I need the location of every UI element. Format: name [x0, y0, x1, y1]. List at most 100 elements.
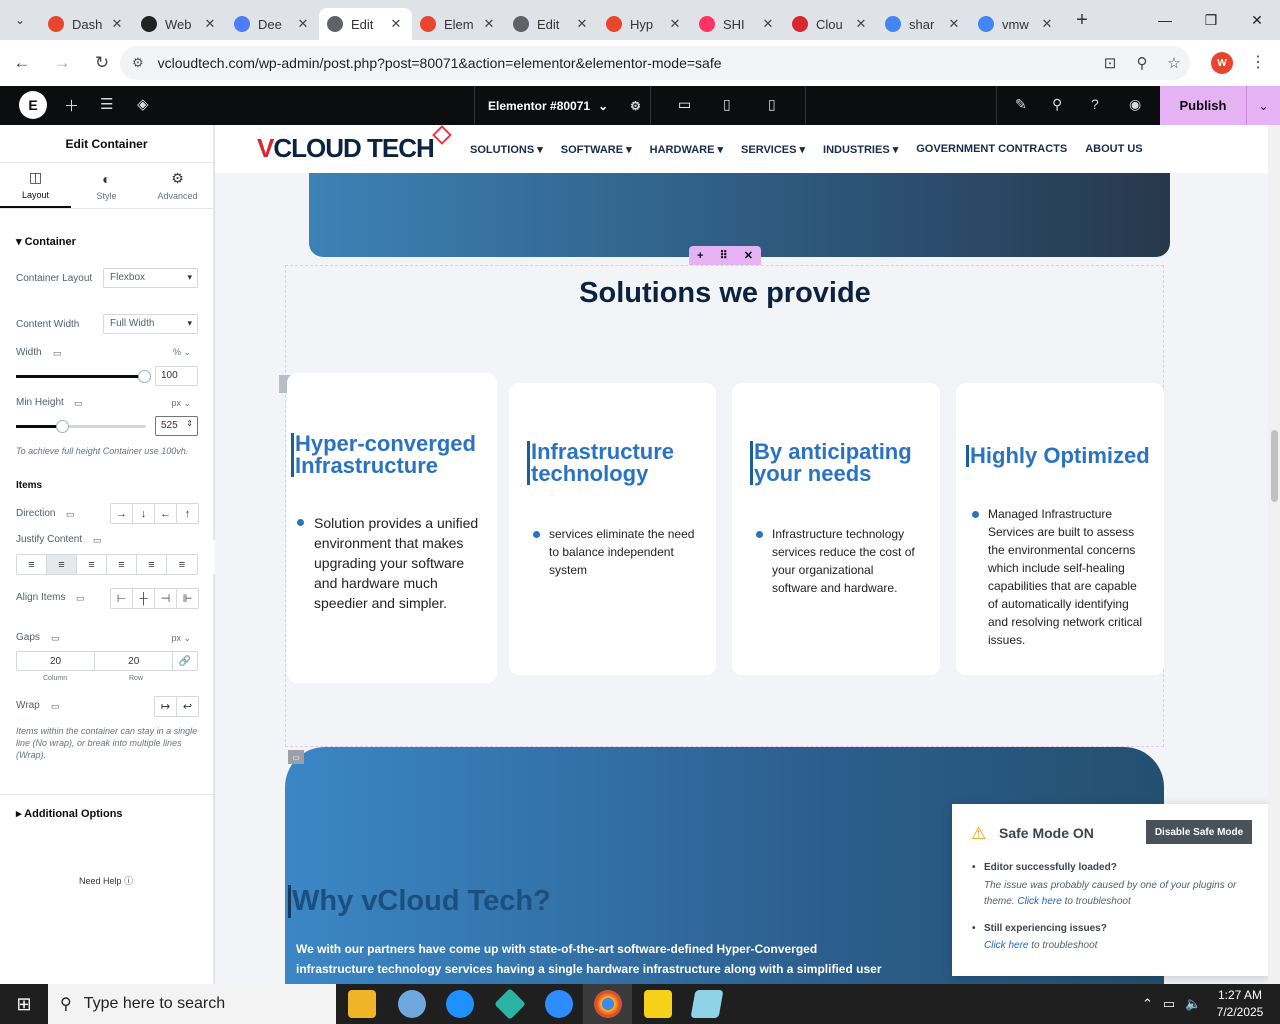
windows-start-icon[interactable]: ⊞: [0, 984, 48, 1024]
browser-tab[interactable]: Clou ✕: [784, 8, 877, 40]
taskbar-clock[interactable]: 1:27 AM 7/2/2025: [1212, 987, 1268, 1021]
disable-safe-mode-button[interactable]: Disable Safe Mode: [1146, 820, 1252, 844]
site-menu-item[interactable]: HARDWARE ▾: [650, 143, 723, 156]
browser-tab[interactable]: Dash ✕: [40, 8, 133, 40]
troubleshoot-link[interactable]: Click here: [984, 940, 1028, 951]
chrome-icon[interactable]: [594, 990, 622, 1018]
app-icon[interactable]: [494, 988, 526, 1020]
edge-icon[interactable]: [446, 990, 474, 1018]
justify-center-icon[interactable]: ≡: [47, 555, 77, 574]
elementor-logo-icon[interactable]: E: [19, 91, 47, 119]
solution-card[interactable]: By anticipating your needs Infrastructure…: [732, 383, 940, 675]
responsive-monitor-icon[interactable]: ▭: [93, 535, 102, 546]
direction-column-icon[interactable]: ↓: [133, 504, 155, 523]
responsive-monitor-icon[interactable]: ▭: [74, 398, 83, 409]
browser-tab[interactable]: Edit ✕: [319, 8, 412, 40]
tab-close-icon[interactable]: ✕: [1039, 16, 1055, 32]
minimize-icon[interactable]: —: [1142, 0, 1188, 40]
page-scrollbar[interactable]: [1268, 125, 1280, 984]
min-height-input[interactable]: 525 ⇕: [155, 416, 198, 436]
gaps-unit-select[interactable]: px ⌄: [171, 633, 191, 644]
profile-avatar[interactable]: W: [1211, 52, 1233, 74]
new-tab-button[interactable]: +: [1067, 9, 1097, 32]
file-explorer-icon[interactable]: [348, 990, 376, 1018]
site-menu-item[interactable]: ABOUT US: [1085, 143, 1142, 155]
publish-button[interactable]: Publish: [1160, 86, 1246, 125]
container-layout-select[interactable]: Flexbox: [103, 268, 198, 288]
tab-close-icon[interactable]: ✕: [946, 16, 962, 32]
tab-layout[interactable]: ◫ Layout: [0, 163, 71, 208]
need-help-link[interactable]: Need Help ⓘ: [79, 874, 133, 887]
align-end-icon[interactable]: ⊣: [155, 589, 177, 608]
responsive-monitor-icon[interactable]: ▭: [51, 701, 60, 712]
solution-card[interactable]: Highly Optimized Managed Infrastructure S…: [956, 383, 1164, 675]
stepper-icon[interactable]: ⇕: [186, 419, 193, 428]
width-slider-handle[interactable]: [138, 370, 151, 383]
drag-handle-icon[interactable]: ⠿: [720, 249, 728, 262]
justify-end-icon[interactable]: ≡: [77, 555, 107, 574]
align-center-icon[interactable]: ┼: [133, 589, 155, 608]
camera-blocked-icon[interactable]: ⊡: [1094, 54, 1126, 72]
tab-close-icon[interactable]: ✕: [481, 16, 497, 32]
justify-space-around-icon[interactable]: ≡: [137, 555, 167, 574]
bookmark-star-icon[interactable]: ☆: [1158, 54, 1190, 72]
justify-space-evenly-icon[interactable]: ≡: [167, 555, 197, 574]
browser-menu-icon[interactable]: ⋮: [1250, 52, 1266, 72]
scrollbar-thumb[interactable]: [1271, 430, 1278, 502]
solution-card[interactable]: Hyper-converged Infrastructure Solution p…: [287, 373, 497, 683]
browser-tab[interactable]: Elem ✕: [412, 8, 505, 40]
site-menu-item[interactable]: SOFTWARE ▾: [561, 143, 632, 156]
responsive-monitor-icon[interactable]: ▭: [66, 509, 75, 520]
app-icon[interactable]: [690, 990, 724, 1018]
mobile-icon[interactable]: ▯: [768, 96, 776, 113]
add-section-icon[interactable]: +: [697, 250, 703, 262]
notes-icon[interactable]: ✎: [1015, 96, 1027, 113]
help-icon[interactable]: ?: [1091, 96, 1099, 112]
justify-start-icon[interactable]: ≡: [17, 555, 47, 574]
browser-tab[interactable]: Dee ✕: [226, 8, 319, 40]
tab-close-icon[interactable]: ✕: [667, 16, 683, 32]
tab-search-chevron-icon[interactable]: ⌄: [0, 0, 40, 40]
taskbar-search-box[interactable]: ⚲ Type here to search: [48, 984, 336, 1024]
justify-space-between-icon[interactable]: ≡: [107, 555, 137, 574]
preview-eye-icon[interactable]: ◉: [1129, 96, 1141, 113]
back-icon[interactable]: ←: [4, 45, 40, 81]
tab-close-icon[interactable]: ✕: [202, 16, 218, 32]
desktop-icon[interactable]: ▭: [678, 96, 691, 113]
publish-options-chevron-icon[interactable]: ⌄: [1246, 86, 1280, 125]
network-icon[interactable]: ▭: [1163, 996, 1175, 1012]
volume-icon[interactable]: 🔈: [1185, 996, 1201, 1012]
zoom-icon[interactable]: [545, 990, 573, 1018]
link-icon[interactable]: 🔗: [173, 652, 197, 670]
browser-tab[interactable]: Hyp ✕: [598, 8, 691, 40]
add-element-icon[interactable]: ＋: [64, 95, 79, 116]
troubleshoot-link[interactable]: Click here: [1017, 896, 1061, 907]
responsive-monitor-icon[interactable]: ▭: [53, 348, 62, 359]
min-height-slider[interactable]: [16, 420, 146, 433]
browser-tab[interactable]: SHI ✕: [691, 8, 784, 40]
reload-icon[interactable]: ↻: [84, 45, 120, 81]
gap-row-input[interactable]: 20: [95, 652, 174, 670]
site-menu-item[interactable]: GOVERNMENT CONTRACTS: [916, 143, 1067, 155]
gap-column-input[interactable]: 20: [17, 652, 96, 670]
content-width-select[interactable]: Full Width: [103, 314, 198, 334]
finder-search-icon[interactable]: ⚲: [1052, 96, 1062, 113]
responsive-monitor-icon[interactable]: ▭: [51, 633, 60, 644]
close-window-icon[interactable]: ✕: [1234, 0, 1280, 40]
section-container-toggle[interactable]: ▾ Container: [16, 235, 76, 248]
width-input[interactable]: 100: [155, 366, 198, 386]
no-wrap-icon[interactable]: ↦: [155, 697, 177, 716]
align-stretch-icon[interactable]: ⊩: [177, 589, 198, 608]
tab-style[interactable]: ◐ Style: [71, 163, 142, 208]
width-slider[interactable]: [16, 370, 151, 383]
tab-close-icon[interactable]: ✕: [388, 16, 404, 32]
forward-icon[interactable]: →: [44, 45, 80, 81]
site-menu-item[interactable]: INDUSTRIES ▾: [823, 143, 898, 156]
direction-column-reverse-icon[interactable]: ↑: [177, 504, 198, 523]
min-height-unit-select[interactable]: px ⌄: [171, 398, 191, 409]
tab-close-icon[interactable]: ✕: [760, 16, 776, 32]
site-settings-icon[interactable]: ☰: [100, 95, 113, 113]
tablet-icon[interactable]: ▯: [723, 96, 731, 113]
section-additional-options-toggle[interactable]: ▸ Additional Options: [16, 807, 123, 820]
tray-chevron-up-icon[interactable]: ⌃: [1142, 996, 1153, 1012]
